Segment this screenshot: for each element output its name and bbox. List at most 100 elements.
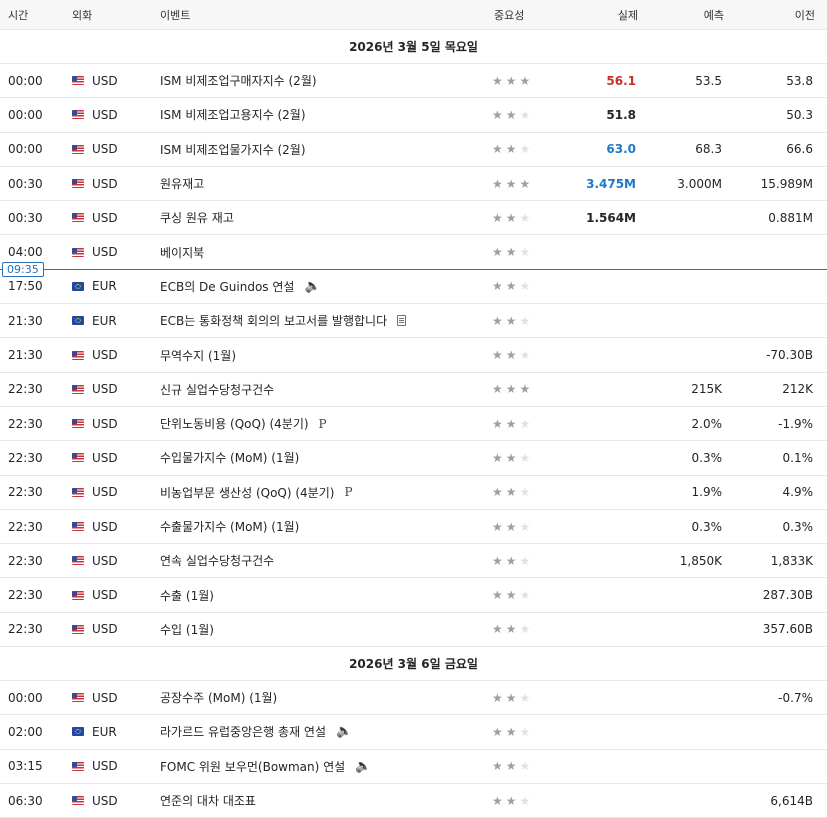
star-empty-icon: ★ [519,485,531,500]
event-row[interactable]: 00:30 USD 쿠싱 원유 재고 ★ ★ ★ 1.564M 0.881M [0,201,827,236]
actual-value: 3.475M [586,176,636,191]
event-name-cell[interactable]: ECB는 통화정책 회의의 보고서를 발행합니다 [160,312,492,329]
event-currency: USD [68,794,160,808]
col-header-forecast[interactable]: 예측 [638,7,724,23]
event-time: 22:30 [8,553,43,568]
event-name-cell[interactable]: 신규 실업수당청구건수 [160,381,492,398]
event-row[interactable]: 21:30 EUR ECB는 통화정책 회의의 보고서를 발행합니다 ★ ★ ★ [0,304,827,339]
event-name-cell[interactable]: 연준의 대차 대조표 [160,792,492,809]
importance-rating: ★ ★ ★ [492,486,554,498]
star-empty-icon: ★ [519,107,531,122]
event-row[interactable]: 00:30 USD 원유재고 ★ ★ ★ 3.475M 3.000M 15.989M [0,167,827,202]
event-time: 03:15 [8,759,43,774]
col-header-currency[interactable]: 외화 [68,7,160,23]
event-name-link[interactable]: 연속 실업수당청구건수 [160,552,274,569]
event-name-cell[interactable]: ISM 비제조업물가지수 (2월) [160,141,492,158]
star-filled-icon: ★ [505,382,517,397]
event-name-link[interactable]: ISM 비제조업고용지수 (2월) [160,106,306,123]
event-name-link[interactable]: 라가르드 유럽중앙은행 총재 연설 [160,723,326,740]
event-name-cell[interactable]: 비농업부문 생산성 (QoQ) (4분기) P [160,484,492,501]
event-name-cell[interactable]: 베이지북 [160,244,492,261]
event-row[interactable]: 02:00 EUR 라가르드 유럽중앙은행 총재 연설 🔈 ★ ★ ★ [0,715,827,750]
event-currency: USD [68,759,160,773]
event-row[interactable]: 22:30 USD 비농업부문 생산성 (QoQ) (4분기) P ★ ★ ★ 1.9% 4.9… [0,476,827,510]
event-row[interactable]: 06:30 USD 연준의 대차 대조표 ★ ★ ★ 6,614B [0,784,827,818]
star-empty-icon: ★ [519,622,531,637]
star-filled-icon: ★ [505,690,517,705]
event-currency: USD [68,211,160,225]
importance-rating: ★ ★ ★ [492,589,554,601]
event-name-cell[interactable]: ISM 비제조업구매자지수 (2월) [160,72,492,89]
importance-rating: ★ ★ ★ [492,795,554,807]
event-name-link[interactable]: ISM 비제조업물가지수 (2월) [160,141,306,158]
star-filled-icon: ★ [519,382,531,397]
event-row[interactable]: 00:00 USD ISM 비제조업고용지수 (2월) ★ ★ ★ 51.8 50.3 [0,98,827,133]
event-name-link[interactable]: 쿠싱 원유 재고 [160,209,234,226]
star-filled-icon: ★ [519,73,531,88]
event-name-link[interactable]: 연준의 대차 대조표 [160,792,256,809]
event-row[interactable]: 22:30 USD 연속 실업수당청구건수 ★ ★ ★ 1,850K 1,833K [0,544,827,579]
event-name-link[interactable]: 비농업부문 생산성 (QoQ) (4분기) [160,484,334,501]
event-name-cell[interactable]: ECB의 De Guindos 연설 🔈 [160,278,492,295]
event-name-cell[interactable]: 연속 실업수당청구건수 [160,552,492,569]
col-header-importance[interactable]: 중요성 [492,7,556,23]
event-name-link[interactable]: 공장수주 (MoM) (1월) [160,689,277,706]
event-row[interactable]: 21:30 USD 무역수지 (1월) ★ ★ ★ -70.30B [0,338,827,373]
event-name-cell[interactable]: 수입 (1월) [160,621,492,638]
event-name-cell[interactable]: 수출물가지수 (MoM) (1월) [160,518,492,535]
event-name-cell[interactable]: 공장수주 (MoM) (1월) [160,689,492,706]
us-flag-icon [72,144,84,154]
preliminary-release-icon: P [344,485,353,500]
star-filled-icon: ★ [505,622,517,637]
event-row[interactable]: 00:00 USD ISM 비제조업구매자지수 (2월) ★ ★ ★ 56.1 53.5 53.… [0,64,827,99]
importance-rating: ★ ★ ★ [492,349,554,361]
event-row[interactable]: 17:50 EUR ECB의 De Guindos 연설 🔈 ★ ★ ★ [0,270,827,305]
event-row[interactable]: 22:30 USD 수입물가지수 (MoM) (1월) ★ ★ ★ 0.3% 0.1% [0,441,827,476]
event-name-cell[interactable]: 라가르드 유럽중앙은행 총재 연설 🔈 [160,723,492,740]
event-row[interactable]: 22:30 USD 수입 (1월) ★ ★ ★ 357.60B [0,613,827,648]
event-name-link[interactable]: 수입 (1월) [160,621,214,638]
event-name-link[interactable]: ECB는 통화정책 회의의 보고서를 발행합니다 [160,312,387,329]
event-row[interactable]: 03:15 USD FOMC 위원 보우먼(Bowman) 연설 🔈 ★ ★ ★ [0,750,827,784]
event-time: 17:50 [8,279,43,294]
event-name-cell[interactable]: 무역수지 (1월) [160,347,492,364]
event-name-link[interactable]: 수출 (1월) [160,587,214,604]
event-row[interactable]: 22:30 USD 수출물가지수 (MoM) (1월) ★ ★ ★ 0.3% 0.3% [0,510,827,545]
event-name-link[interactable]: 신규 실업수당청구건수 [160,381,274,398]
event-row[interactable]: 22:30 USD 신규 실업수당청구건수 ★ ★ ★ 215K 212K [0,373,827,407]
event-name-link[interactable]: 수출물가지수 (MoM) (1월) [160,518,299,535]
col-header-time[interactable]: 시간 [0,7,68,23]
event-name-cell[interactable]: 수입물가지수 (MoM) (1월) [160,449,492,466]
importance-rating: ★ ★ ★ [492,692,554,704]
col-header-previous[interactable]: 이전 [724,7,815,23]
importance-rating: ★ ★ ★ [492,623,554,635]
event-name-link[interactable]: 원유재고 [160,175,204,192]
event-name-link[interactable]: ISM 비제조업구매자지수 (2월) [160,72,317,89]
event-row[interactable]: 00:00 USD ISM 비제조업물가지수 (2월) ★ ★ ★ 63.0 68.3 66.6 [0,133,827,167]
event-name-cell[interactable]: 쿠싱 원유 재고 [160,209,492,226]
star-filled-icon: ★ [505,73,517,88]
event-name-cell[interactable]: FOMC 위원 보우먼(Bowman) 연설 🔈 [160,758,492,775]
event-name-link[interactable]: 단위노동비용 (QoQ) (4분기) [160,415,309,432]
col-header-event[interactable]: 이벤트 [160,7,492,23]
event-name-cell[interactable]: 수출 (1월) [160,587,492,604]
event-name-link[interactable]: FOMC 위원 보우먼(Bowman) 연설 [160,758,345,775]
event-row[interactable]: 22:30 USD 수출 (1월) ★ ★ ★ 287.30B [0,578,827,613]
event-row[interactable]: 22:30 USD 단위노동비용 (QoQ) (4분기) P ★ ★ ★ 2.0% -1.9% [0,407,827,442]
event-name-cell[interactable]: ISM 비제조업고용지수 (2월) [160,106,492,123]
event-time: 00:00 [8,142,43,157]
event-name-cell[interactable]: 원유재고 [160,175,492,192]
event-row[interactable]: 00:00 USD 공장수주 (MoM) (1월) ★ ★ ★ -0.7% [0,681,827,716]
eu-flag-icon [72,727,84,737]
event-name-link[interactable]: 무역수지 (1월) [160,347,236,364]
star-filled-icon: ★ [492,245,503,260]
col-header-actual[interactable]: 실제 [556,7,638,23]
event-row[interactable]: 04:00 USD 베이지북 ★ ★ ★ [0,235,827,270]
event-name-cell[interactable]: 단위노동비용 (QoQ) (4분기) P [160,415,492,432]
star-empty-icon: ★ [519,313,531,328]
currency-code: USD [92,759,118,774]
event-name-link[interactable]: 수입물가지수 (MoM) (1월) [160,449,299,466]
event-name-link[interactable]: 베이지북 [160,244,204,261]
importance-rating: ★ ★ ★ [492,246,554,258]
event-name-link[interactable]: ECB의 De Guindos 연설 [160,278,294,295]
